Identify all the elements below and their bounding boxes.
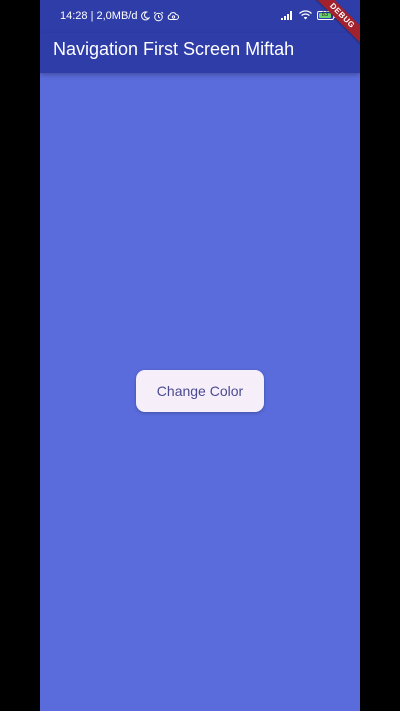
moon-icon xyxy=(140,11,151,21)
app-bar: Navigation First Screen Miftah xyxy=(40,33,360,73)
status-time-network: 14:28 | 2,0MB/d xyxy=(60,10,138,22)
cloud-sync-icon xyxy=(167,11,180,21)
page-title: Navigation First Screen Miftah xyxy=(53,39,295,59)
status-left: 14:28 | 2,0MB/d xyxy=(60,10,180,22)
phone-screen: 14:28 | 2,0MB/d 83 Navigation First Scre… xyxy=(40,0,360,711)
status-bar: 14:28 | 2,0MB/d 83 xyxy=(40,0,360,33)
wifi-icon xyxy=(299,10,312,20)
battery-level: 83 xyxy=(319,12,331,18)
alarm-icon xyxy=(153,11,164,22)
cellular-signal-icon xyxy=(281,10,294,20)
change-color-button[interactable]: Change Color xyxy=(136,370,264,412)
status-right: 83 xyxy=(281,10,336,20)
